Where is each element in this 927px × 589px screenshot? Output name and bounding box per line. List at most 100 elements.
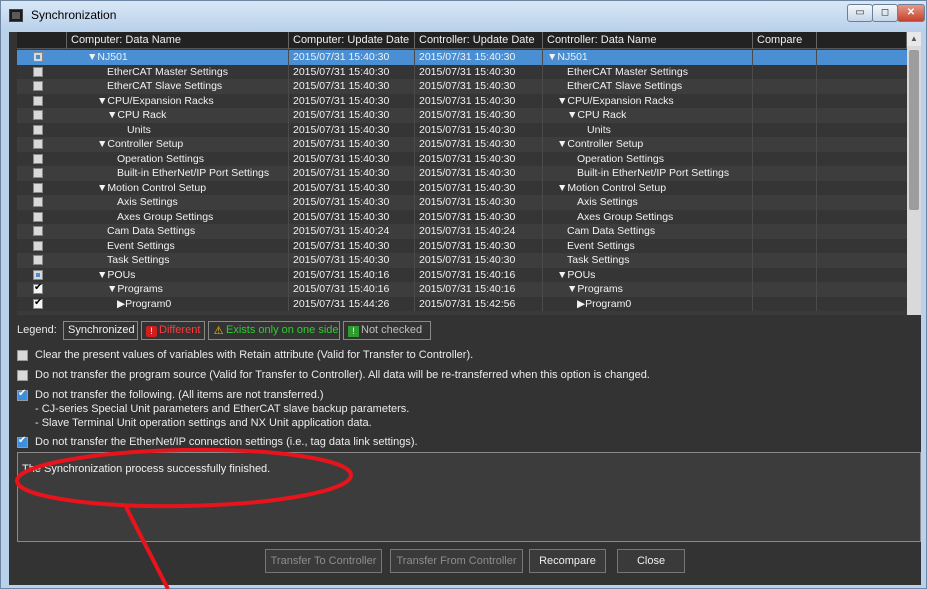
cell-controller-data-name: ▼CPU Rack [567, 108, 753, 123]
cell-controller-data-name: Cam Data Settings [567, 224, 753, 239]
cell-controller-data-name: Event Settings [567, 238, 753, 253]
cell-computer-update-date: 2015/07/31 15:40:16 [293, 282, 415, 297]
cell-compare [753, 137, 817, 152]
cell-computer-update-date: 2015/07/31 15:40:30 [293, 79, 415, 94]
status-message: The Synchronization process successfully… [22, 463, 271, 475]
header-compare[interactable]: Compare [753, 32, 817, 49]
option-label: Clear the present values of variables wi… [35, 349, 474, 361]
table-row[interactable]: ▼Motion Control Setup 2015/07/31 15:40:30… [17, 180, 921, 195]
table-row[interactable]: ▶Program0 2015/07/31 15:44:26 2015/07/31 1… [17, 296, 921, 311]
row-checkbox[interactable] [33, 81, 43, 91]
row-checkbox[interactable] [33, 182, 43, 193]
row-checkbox[interactable] [33, 168, 43, 178]
table-row[interactable]: ▼POUs 2015/07/31 15:40:16 2015/07/31 15:40… [17, 267, 921, 282]
cell-controller-data-name: Task Settings [567, 253, 753, 268]
scroll-up-icon[interactable]: ▲ [907, 32, 921, 46]
option-checkbox[interactable] [17, 435, 28, 448]
cell-compare [753, 238, 817, 253]
table-row[interactable]: Units 2015/07/31 15:40:30 2015/07/31 15:40… [17, 122, 921, 137]
header-filler [817, 32, 907, 49]
synchronization-window: Synchronization ▭ ◻ ✕ Computer: Data Nam… [0, 0, 927, 589]
row-checkbox[interactable] [33, 282, 43, 294]
cell-compare [753, 50, 817, 65]
cell-controller-update-date: 2015/07/31 15:40:30 [419, 64, 543, 79]
transfer-from-controller-button[interactable]: Transfer From Controller [390, 549, 523, 573]
cell-computer-data-name: Task Settings [107, 253, 289, 268]
option-checkbox[interactable] [17, 388, 28, 401]
row-checkbox[interactable] [33, 240, 43, 251]
maximize-button[interactable]: ◻ [872, 4, 898, 22]
cell-computer-update-date: 2015/07/31 15:40:30 [293, 253, 415, 268]
row-checkbox[interactable] [33, 110, 43, 120]
cell-controller-data-name: EtherCAT Slave Settings [567, 79, 753, 94]
row-checkbox[interactable] [33, 226, 43, 236]
close-window-button[interactable]: ✕ [897, 4, 925, 22]
option-checkbox[interactable] [17, 370, 28, 381]
cell-computer-update-date: 2015/07/31 15:40:30 [293, 209, 415, 224]
table-row[interactable]: Task Settings 2015/07/31 15:40:30 2015/07/… [17, 253, 921, 268]
cell-computer-data-name: ▼NJ501 [87, 50, 289, 65]
row-checkbox[interactable] [33, 211, 43, 222]
row-checkbox[interactable] [33, 297, 43, 309]
table-row[interactable]: Operation Settings 2015/07/31 15:40:30 201… [17, 151, 921, 166]
row-checkbox[interactable] [33, 153, 43, 164]
table-row[interactable]: Axes Group Settings 2015/07/31 15:40:30 20… [17, 209, 921, 224]
cell-controller-update-date: 2015/07/31 15:40:30 [419, 108, 543, 123]
cell-controller-data-name: ▼Programs [567, 282, 753, 297]
cell-computer-update-date: 2015/07/31 15:40:30 [293, 238, 415, 253]
cell-controller-data-name: ▶Program0 [577, 296, 753, 311]
option-label: Do not transfer the EtherNet/IP connecti… [35, 436, 418, 448]
table-row[interactable]: ▼NJ501 2015/07/31 15:40:30 2015/07/31 15:4… [17, 50, 921, 65]
cell-controller-update-date: 2015/07/31 15:40:30 [419, 166, 543, 181]
close-button[interactable]: Close [617, 549, 685, 573]
row-checkbox[interactable] [33, 95, 43, 106]
cell-computer-data-name: ▼Motion Control Setup [97, 180, 289, 195]
grid-header: Computer: Data Name Computer: Update Dat… [17, 32, 921, 49]
row-checkbox[interactable] [33, 197, 43, 207]
cell-controller-data-name: ▼Controller Setup [557, 137, 753, 152]
header-controller-update-date[interactable]: Controller: Update Date [415, 32, 543, 49]
legend-not-checked-label: Not checked [361, 324, 423, 336]
cell-computer-data-name: Operation Settings [117, 151, 289, 166]
transfer-to-controller-button[interactable]: Transfer To Controller [265, 549, 382, 573]
table-row[interactable]: Axis Settings 2015/07/31 15:40:30 2015/07/… [17, 195, 921, 210]
table-row[interactable]: ▼Controller Setup 2015/07/31 15:40:30 2015… [17, 137, 921, 152]
comparison-grid: Computer: Data Name Computer: Update Dat… [17, 32, 921, 315]
row-checkbox[interactable] [33, 255, 43, 265]
table-row[interactable]: EtherCAT Slave Settings 2015/07/31 15:40:… [17, 79, 921, 94]
cell-computer-data-name: Axis Settings [117, 195, 289, 210]
table-row[interactable]: ▼Programs 2015/07/31 15:40:16 2015/07/31 1… [17, 282, 921, 297]
row-checkbox[interactable] [33, 124, 43, 135]
header-computer-update-date[interactable]: Computer: Update Date [289, 32, 415, 49]
scrollbar-thumb[interactable] [909, 50, 919, 210]
row-checkbox[interactable] [33, 139, 43, 149]
cell-compare [753, 93, 817, 108]
table-row[interactable]: Built-in EtherNet/IP Port Settings 2015/0… [17, 166, 921, 181]
header-controller-data-name[interactable]: Controller: Data Name [543, 32, 753, 49]
option-checkbox[interactable] [17, 350, 28, 361]
warning-icon: ⚠ [213, 325, 224, 337]
table-row[interactable]: Event Settings 2015/07/31 15:40:30 2015/07… [17, 238, 921, 253]
table-row[interactable]: EtherCAT Master Settings 2015/07/31 15:40… [17, 64, 921, 79]
table-row[interactable]: Cam Data Settings 2015/07/31 15:40:24 2015… [17, 224, 921, 239]
table-row[interactable]: ▼CPU/Expansion Racks 2015/07/31 15:40:30 2… [17, 93, 921, 108]
cell-controller-data-name: ▼Motion Control Setup [557, 180, 753, 195]
cell-compare [753, 209, 817, 224]
cell-controller-update-date: 2015/07/31 15:40:30 [419, 238, 543, 253]
header-computer-data-name[interactable]: Computer: Data Name [67, 32, 289, 49]
cell-controller-update-date: 2015/07/31 15:40:30 [419, 50, 543, 65]
table-row[interactable]: ▼CPU Rack 2015/07/31 15:40:30 2015/07/31 1… [17, 108, 921, 123]
recompare-button[interactable]: Recompare [529, 549, 606, 573]
cell-computer-update-date: 2015/07/31 15:40:30 [293, 122, 415, 137]
row-checkbox[interactable] [33, 66, 43, 77]
row-checkbox[interactable] [33, 269, 43, 280]
cell-controller-update-date: 2015/07/31 15:40:16 [419, 282, 543, 297]
row-checkbox[interactable] [33, 52, 43, 62]
cell-computer-data-name: ▼CPU Rack [107, 108, 289, 123]
cell-computer-update-date: 2015/07/31 15:44:26 [293, 296, 415, 311]
cell-compare [753, 282, 817, 297]
cell-computer-update-date: 2015/07/31 15:40:30 [293, 64, 415, 79]
grid-scrollbar[interactable]: ▲ [907, 32, 921, 315]
minimize-button[interactable]: ▭ [847, 4, 873, 22]
cell-controller-update-date: 2015/07/31 15:40:16 [419, 267, 543, 282]
